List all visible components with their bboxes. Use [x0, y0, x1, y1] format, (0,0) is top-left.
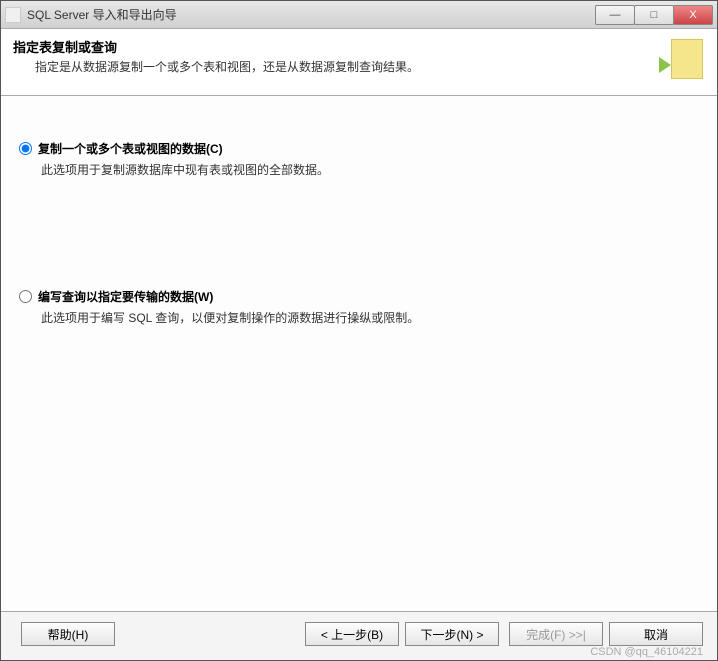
option-copy-description: 此选项用于复制源数据库中现有表或视图的全部数据。: [41, 161, 705, 178]
minimize-button[interactable]: —: [595, 5, 635, 25]
radio-copy-tables[interactable]: [19, 142, 32, 155]
option-write-query: 编写查询以指定要传输的数据(W) 此选项用于编写 SQL 查询，以便对复制操作的…: [13, 288, 705, 326]
option-query-row[interactable]: 编写查询以指定要传输的数据(W): [19, 288, 705, 305]
finish-button: 完成(F) >>|: [509, 622, 603, 646]
titlebar[interactable]: SQL Server 导入和导出向导 — □ X: [1, 1, 717, 29]
window-controls: — □ X: [596, 5, 713, 25]
option-copy-row[interactable]: 复制一个或多个表或视图的数据(C): [19, 140, 705, 157]
next-button[interactable]: 下一步(N) >: [405, 622, 499, 646]
wizard-header: 指定表复制或查询 指定是从数据源复制一个或多个表和视图，还是从数据源复制查询结果…: [1, 29, 717, 96]
back-button[interactable]: < 上一步(B): [305, 622, 399, 646]
option-query-label: 编写查询以指定要传输的数据(W): [38, 288, 213, 305]
page-subtitle: 指定是从数据源复制一个或多个表和视图，还是从数据源复制查询结果。: [35, 58, 647, 75]
maximize-button[interactable]: □: [634, 5, 674, 25]
close-button[interactable]: X: [673, 5, 713, 25]
content-area: 复制一个或多个表或视图的数据(C) 此选项用于复制源数据库中现有表或视图的全部数…: [1, 96, 717, 611]
wizard-footer: 帮助(H) < 上一步(B) 下一步(N) > 完成(F) >>| 取消 CSD…: [1, 611, 717, 660]
option-copy-label: 复制一个或多个表或视图的数据(C): [38, 140, 223, 157]
watermark-text: CSDN @qq_46104221: [590, 646, 703, 658]
page-title: 指定表复制或查询: [13, 37, 647, 56]
option-query-description: 此选项用于编写 SQL 查询，以便对复制操作的源数据进行操纵或限制。: [41, 309, 705, 326]
arrow-icon: [659, 57, 671, 73]
cancel-button[interactable]: 取消: [609, 622, 703, 646]
header-icon: [655, 37, 703, 85]
app-icon: [5, 7, 21, 23]
wizard-window: SQL Server 导入和导出向导 — □ X 指定表复制或查询 指定是从数据…: [0, 0, 718, 661]
window-title: SQL Server 导入和导出向导: [27, 6, 596, 23]
help-button[interactable]: 帮助(H): [21, 622, 115, 646]
document-icon: [671, 39, 703, 79]
radio-write-query[interactable]: [19, 290, 32, 303]
option-copy-tables: 复制一个或多个表或视图的数据(C) 此选项用于复制源数据库中现有表或视图的全部数…: [13, 140, 705, 178]
header-text: 指定表复制或查询 指定是从数据源复制一个或多个表和视图，还是从数据源复制查询结果…: [13, 37, 647, 75]
